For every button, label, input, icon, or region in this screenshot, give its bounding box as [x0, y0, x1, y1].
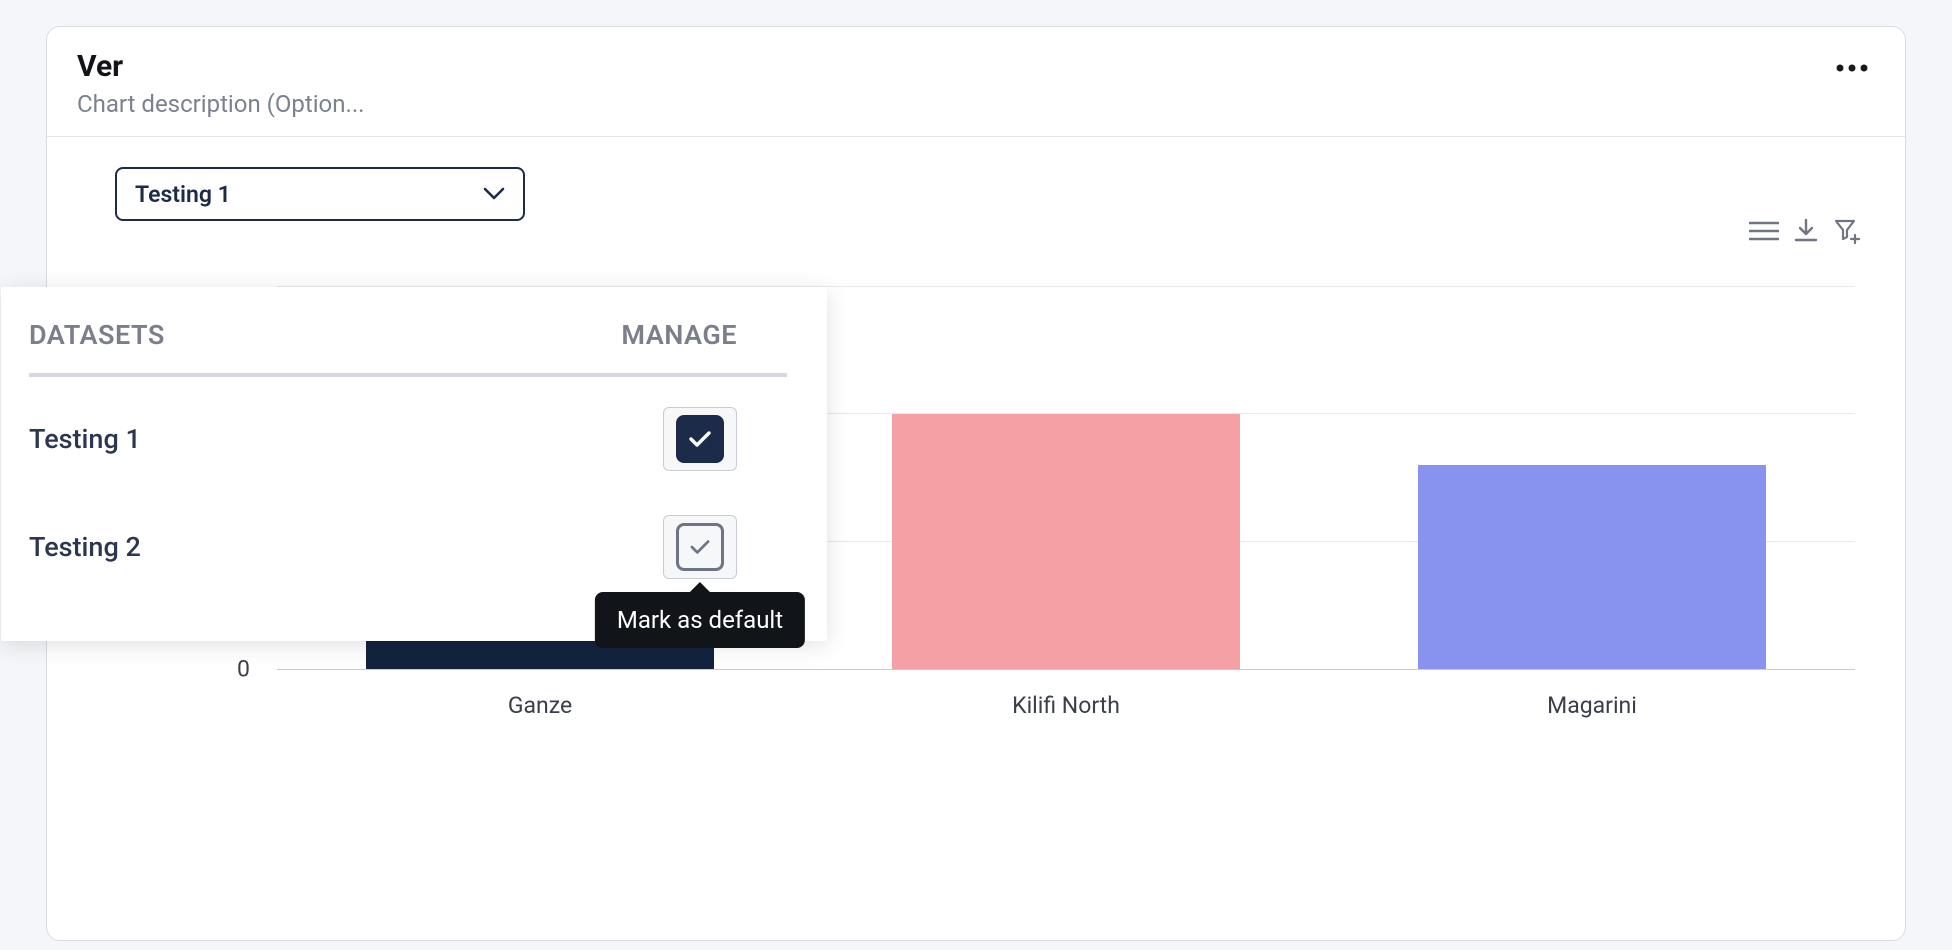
default-toggle[interactable]: Mark as default [663, 515, 737, 579]
download-icon [1793, 218, 1819, 244]
x-tick-label: Ganze [508, 692, 572, 719]
download-button[interactable] [1793, 218, 1819, 248]
filter-add-button[interactable] [1833, 217, 1861, 249]
chart-toolbar [1749, 217, 1861, 249]
chart-bar[interactable] [892, 414, 1239, 669]
chart-menu-button[interactable] [1749, 219, 1779, 247]
dataset-select-label: Testing 1 [135, 181, 231, 208]
dataset-row: Testing 2 Mark as default [29, 493, 787, 601]
dataset-item-label[interactable]: Testing 2 [29, 531, 141, 563]
dataset-row: Testing 1 [29, 385, 787, 493]
x-tick-label: Magarini [1547, 692, 1637, 719]
x-tick-label: Kilifi North [1012, 692, 1120, 719]
chart-card: Ver Chart description (Option... Testing… [46, 26, 1906, 941]
y-tick-label: 0 [237, 656, 250, 683]
datasets-heading: DATASETS [29, 319, 165, 351]
more-horizontal-icon [1835, 63, 1869, 73]
dataset-select[interactable]: Testing 1 [115, 167, 525, 221]
chevron-down-icon [483, 187, 505, 201]
filter-plus-icon [1833, 217, 1861, 245]
check-icon [676, 523, 724, 571]
dataset-dropdown-panel: DATASETS MANAGE Testing 1 Testing 2 [1, 287, 827, 641]
manage-heading[interactable]: MANAGE [621, 319, 737, 351]
chart-title[interactable]: Ver [77, 49, 364, 84]
more-options-button[interactable] [1829, 57, 1875, 79]
chart-bar[interactable] [1418, 465, 1765, 669]
menu-icon [1749, 219, 1779, 243]
tooltip: Mark as default [595, 592, 805, 648]
default-toggle[interactable] [663, 407, 737, 471]
chart-description[interactable]: Chart description (Option... [77, 90, 364, 118]
dataset-item-label[interactable]: Testing 1 [29, 423, 141, 455]
check-icon [676, 415, 724, 463]
card-header: Ver Chart description (Option... [47, 27, 1905, 137]
